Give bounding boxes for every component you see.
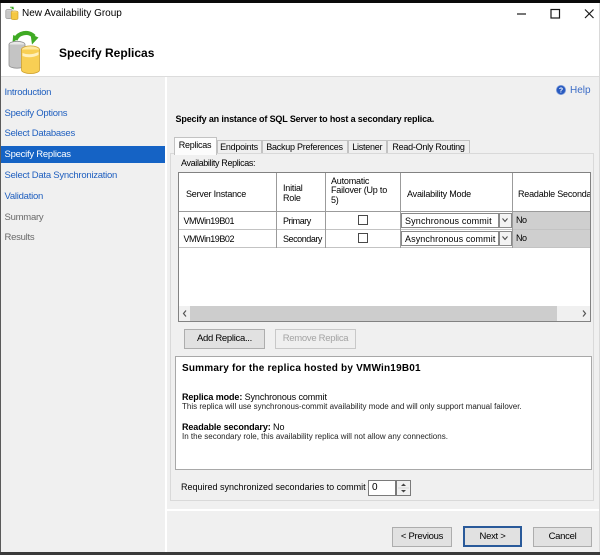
svg-text:?: ? [559,88,563,95]
